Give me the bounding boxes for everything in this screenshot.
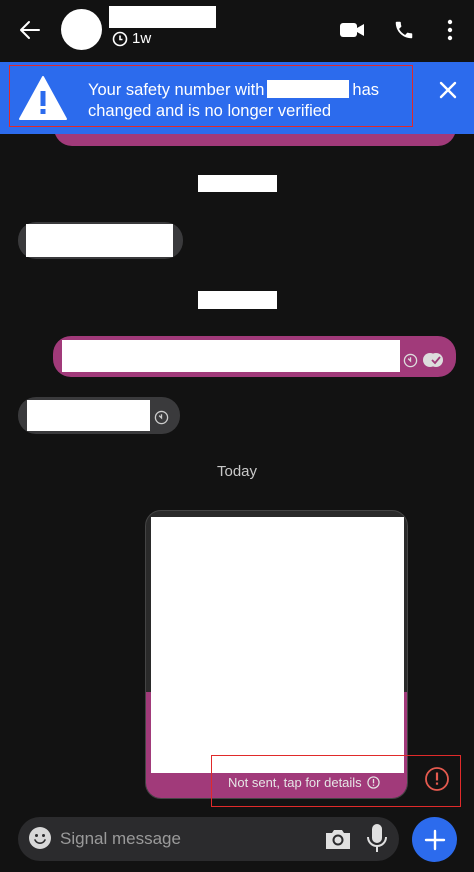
message-text-redacted (27, 400, 150, 431)
overflow-menu-icon[interactable] (434, 14, 466, 46)
disappearing-timer-value: 1w (132, 30, 152, 47)
info-icon (367, 776, 380, 789)
plus-icon (424, 829, 445, 850)
timer-icon (112, 31, 128, 46)
warning-icon (19, 76, 67, 120)
date-divider-today: Today (216, 463, 258, 480)
attachment-add-button[interactable] (412, 817, 457, 862)
error-alert-icon[interactable] (424, 766, 450, 792)
back-arrow-icon[interactable] (12, 14, 48, 46)
phone-call-icon[interactable] (388, 14, 420, 46)
conversation-header: 1w (0, 0, 474, 62)
close-icon[interactable] (432, 74, 464, 106)
contact-name-redacted[interactable] (109, 6, 216, 28)
avatar[interactable] (61, 9, 102, 50)
not-sent-status[interactable]: Not sent, tap for details (228, 775, 380, 790)
disappearing-timer: 1w (112, 30, 151, 47)
date-divider-redacted (198, 291, 277, 309)
date-divider-redacted (198, 175, 277, 192)
camera-icon[interactable] (323, 824, 353, 854)
timer-icon (403, 353, 418, 368)
media-image-redacted[interactable] (151, 517, 404, 773)
message-input[interactable] (60, 824, 310, 854)
safety-number-message[interactable]: Your safety number with has changed and i… (88, 80, 408, 122)
message-text-redacted (62, 340, 400, 372)
emoji-icon[interactable] (28, 826, 52, 850)
delivered-checks-icon (423, 353, 443, 367)
microphone-icon[interactable] (365, 822, 389, 856)
message-text-redacted (26, 224, 173, 257)
video-call-icon[interactable] (336, 14, 368, 46)
contact-name-redacted (267, 80, 350, 98)
timer-icon (154, 410, 169, 425)
